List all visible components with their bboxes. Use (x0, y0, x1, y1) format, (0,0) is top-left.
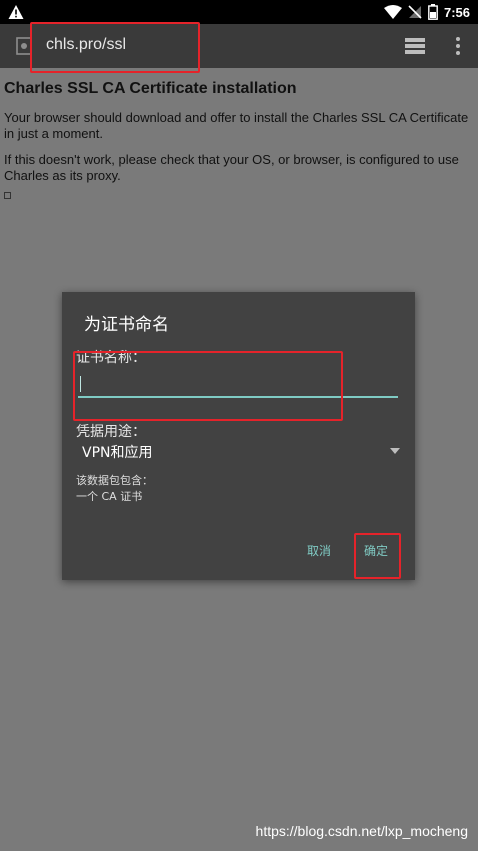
wifi-icon (383, 5, 402, 19)
clock: 7:56 (443, 4, 470, 20)
tabs-icon[interactable] (404, 36, 426, 56)
watermark: https://blog.csdn.net/lxp_mocheng (255, 823, 468, 839)
ok-button-highlight-box (354, 533, 401, 579)
url-highlight-box (30, 22, 200, 73)
name-input-highlight-box (73, 351, 343, 421)
credential-usage-label: 凭据用途： (76, 424, 146, 440)
page-paragraph-1: Your browser should download and offer t… (4, 110, 469, 141)
page-paragraph-2: If this doesn't work, please check that … (4, 152, 459, 183)
broken-image-icon (4, 192, 11, 199)
dropdown-arrow-icon (390, 448, 400, 454)
page-title: Charles SSL CA Certificate installation (4, 80, 297, 97)
battery-icon (428, 4, 438, 20)
no-sim-icon (408, 5, 422, 19)
dialog-title: 为证书命名 (84, 315, 169, 335)
package-contents-line-2: 一个 CA 证书 (76, 490, 143, 503)
warning-icon (8, 5, 24, 19)
status-bar: 7:56 (0, 0, 478, 24)
overflow-menu-icon[interactable] (454, 36, 462, 56)
credential-usage-value: VPN和应用 (82, 445, 153, 461)
package-contents-info: 该数据包包含： 一个 CA 证书 (76, 473, 153, 505)
credential-usage-select[interactable]: VPN和应用 (78, 442, 400, 464)
package-contents-line-1: 该数据包包含： (76, 474, 153, 487)
cancel-button[interactable]: 取消 (307, 542, 331, 559)
